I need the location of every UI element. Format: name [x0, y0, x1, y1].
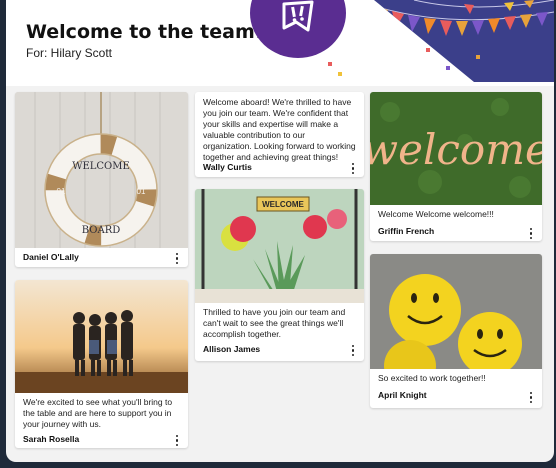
more-vertical-icon[interactable] — [351, 163, 355, 174]
image-text-board: BOARD — [82, 225, 121, 236]
card-author: Allison James — [203, 344, 261, 354]
board-recipient: For: Hilary Scott — [26, 46, 113, 60]
card-message: So excited to work together!! — [378, 373, 486, 383]
card-image-cactus: WELCOME — [195, 189, 364, 303]
card-daniel[interactable]: WELCOME BOARD 01 01 Daniel O'Lally — [15, 92, 188, 267]
card-author: April Knight — [378, 390, 427, 400]
card-wally[interactable]: Welcome aboard! We're thrilled to have y… — [195, 92, 364, 177]
more-vertical-icon[interactable] — [351, 345, 355, 356]
card-author: Griffin French — [378, 226, 435, 236]
celebration-badge — [250, 0, 346, 58]
card-message: We're excited to see what you'll bring t… — [23, 397, 173, 429]
card-image-smiley-balls — [370, 254, 542, 369]
board-title: Welcome to the team! — [26, 21, 264, 43]
card-author: Daniel O'Lally — [23, 252, 79, 262]
card-author: Sarah Rosella — [23, 434, 80, 444]
card-sarah[interactable]: We're excited to see what you'll bring t… — [15, 280, 188, 448]
party-banner — [374, 0, 554, 82]
card-message: Thrilled to have you join our team and c… — [203, 307, 346, 339]
card-image-life-ring: WELCOME BOARD 01 01 — [15, 92, 188, 248]
card-message: Welcome aboard! We're thrilled to have y… — [203, 97, 356, 162]
kudos-board: Welcome to the team! For: Hilary Scott W… — [6, 0, 554, 462]
image-text-01-left: 01 — [57, 187, 66, 196]
image-text-01-right: 01 — [137, 187, 146, 196]
card-image-welcome-grass: welcome — [370, 92, 542, 205]
celebration-exclamation-icon — [282, 0, 314, 32]
card-griffin[interactable]: welcome Welcome Welcome welcome!!! Griff… — [370, 92, 542, 241]
image-text-welcome-sign: WELCOME — [262, 200, 304, 209]
more-vertical-icon[interactable] — [175, 435, 179, 446]
card-message: Welcome Welcome welcome!!! — [378, 209, 494, 219]
card-author: Wally Curtis — [203, 162, 252, 172]
card-allison[interactable]: WELCOME Thrilled to have you join our te… — [195, 189, 364, 361]
image-text-welcome-script: welcome — [370, 125, 542, 174]
more-vertical-icon[interactable] — [529, 392, 533, 403]
board-header: Welcome to the team! For: Hilary Scott — [6, 0, 554, 86]
more-vertical-icon[interactable] — [175, 253, 179, 264]
image-text-welcome: WELCOME — [72, 161, 130, 172]
more-vertical-icon[interactable] — [529, 228, 533, 239]
card-april[interactable]: So excited to work together!! April Knig… — [370, 254, 542, 408]
card-image-friends-sunset — [15, 280, 188, 393]
